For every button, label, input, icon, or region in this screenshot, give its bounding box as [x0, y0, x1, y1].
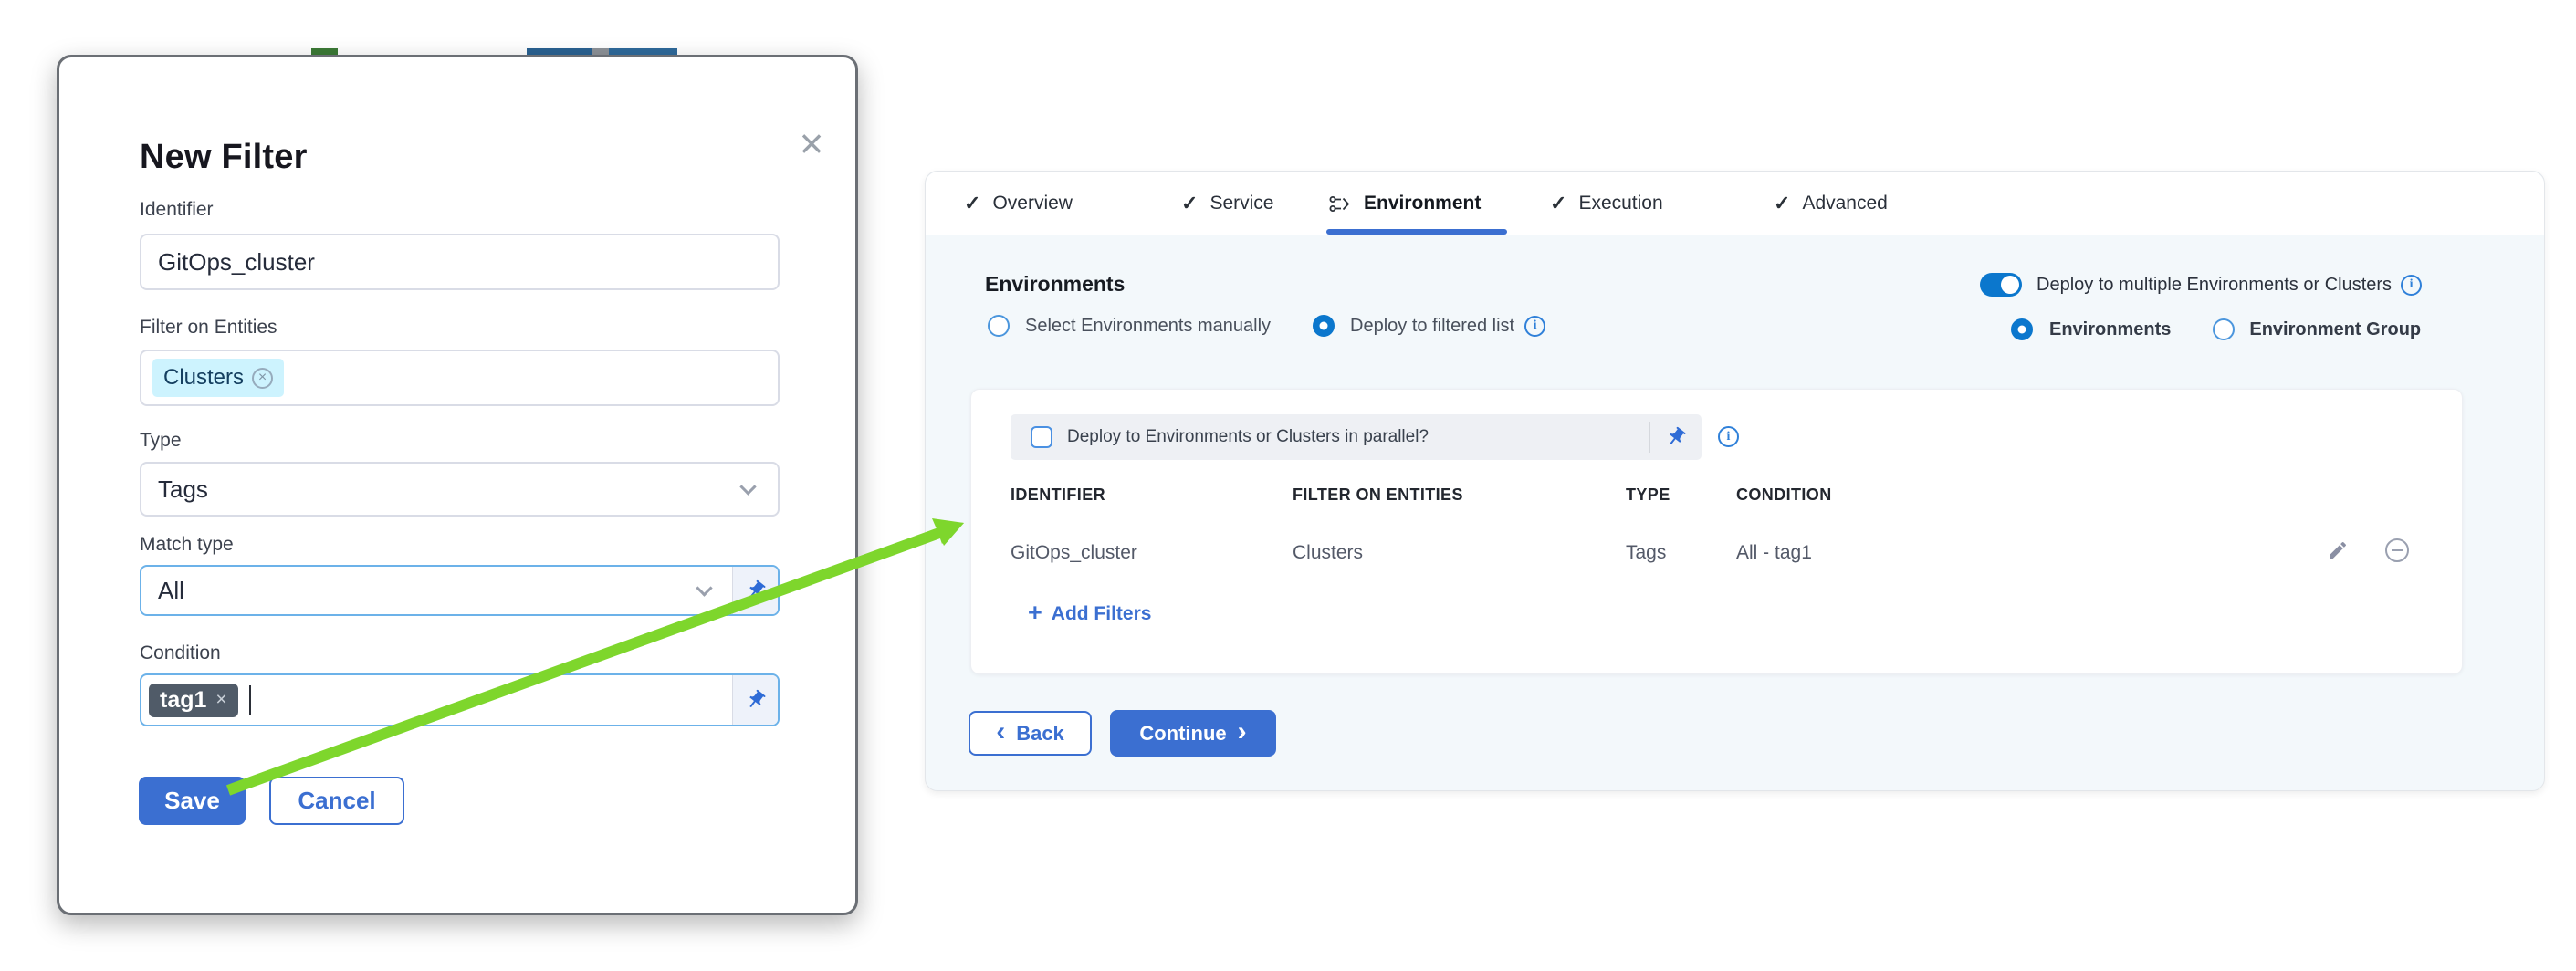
match-type-value: All: [141, 577, 184, 605]
condition-input[interactable]: tag1 ×: [140, 673, 780, 726]
radio-deploy-filtered[interactable]: [1313, 315, 1335, 337]
check-icon: ✓: [1550, 192, 1566, 215]
radio-label: Environments: [2049, 319, 2171, 340]
remove-button[interactable]: [2384, 538, 2410, 563]
environment-selection-radios: Select Environments manually Deploy to f…: [988, 315, 1545, 337]
cell-identifier: GitOps_cluster: [1011, 542, 1137, 564]
toggle-label: Deploy to multiple Environments or Clust…: [2037, 275, 2392, 296]
identifier-input[interactable]: GitOps_cluster: [140, 234, 780, 290]
env-group-radio-row: Environments Environment Group: [2011, 318, 2421, 340]
tab-overview[interactable]: ✓ Overview: [964, 172, 1073, 235]
col-identifier: IDENTIFIER: [1011, 486, 1105, 505]
info-icon[interactable]: i: [1718, 426, 1739, 447]
tab-label: Overview: [992, 193, 1073, 214]
check-icon: ✓: [1774, 192, 1790, 215]
tab-environment[interactable]: Environment: [1327, 172, 1481, 235]
condition-label: Condition: [140, 642, 221, 664]
back-button[interactable]: ‹ Back: [969, 711, 1092, 756]
check-icon: ✓: [964, 192, 980, 215]
radio-environment-group[interactable]: [2213, 318, 2235, 340]
tab-label: Service: [1209, 193, 1273, 214]
col-condition: CONDITION: [1736, 486, 1832, 505]
add-filters-label: Add Filters: [1052, 603, 1152, 625]
col-type: TYPE: [1626, 486, 1670, 505]
environments-heading: Environments: [985, 272, 1125, 297]
pin-button[interactable]: [732, 567, 778, 614]
multi-env-toggle-row: Deploy to multiple Environments or Clust…: [1980, 273, 2422, 297]
identifier-value: GitOps_cluster: [141, 248, 315, 277]
environment-tab-icon: [1327, 192, 1352, 216]
filter-on-entities-label: Filter on Entities: [140, 317, 277, 339]
chip-remove-icon[interactable]: ×: [252, 368, 273, 389]
modal-title: New Filter: [140, 138, 308, 177]
radio-label: Select Environments manually: [1025, 316, 1271, 337]
pin-button[interactable]: [732, 675, 778, 725]
clusters-chip-label: Clusters: [163, 365, 244, 391]
chevron-down-icon: [739, 478, 756, 495]
back-label: Back: [1016, 722, 1064, 746]
edit-button[interactable]: [2325, 538, 2351, 563]
new-filter-modal: × New Filter Identifier GitOps_cluster F…: [57, 55, 858, 915]
screenshot-canvas: × New Filter Identifier GitOps_cluster F…: [0, 0, 2576, 971]
match-type-label: Match type: [140, 534, 234, 556]
pin-button[interactable]: [1650, 426, 1702, 448]
info-icon[interactable]: i: [1524, 316, 1545, 337]
environment-stage-panel: ✓ Overview ✓ Service Environment ✓ Execu…: [925, 171, 2545, 791]
tag1-chip[interactable]: tag1 ×: [149, 684, 238, 717]
close-icon[interactable]: ×: [786, 118, 837, 169]
type-value: Tags: [141, 475, 208, 504]
col-filter-on-entities: FILTER ON ENTITIES: [1293, 486, 1463, 505]
type-select[interactable]: Tags: [140, 462, 780, 517]
tab-label: Environment: [1364, 193, 1481, 214]
filters-card: Deploy to Environments or Clusters in pa…: [970, 389, 2463, 674]
tag1-chip-label: tag1: [160, 687, 206, 714]
cell-condition: All - tag1: [1736, 542, 1812, 564]
cell-filter-on-entities: Clusters: [1293, 542, 1363, 564]
tab-label: Advanced: [1802, 193, 1887, 214]
stage-tab-bar: ✓ Overview ✓ Service Environment ✓ Execu…: [926, 172, 2544, 235]
identifier-label: Identifier: [140, 199, 214, 221]
chevron-down-icon: [696, 579, 712, 596]
add-filters-link[interactable]: + Add Filters: [1028, 600, 1151, 627]
clusters-chip[interactable]: Clusters ×: [152, 359, 284, 397]
pin-icon: [740, 575, 771, 606]
tab-execution[interactable]: ✓ Execution: [1550, 172, 1663, 235]
filter-on-entities-input[interactable]: Clusters ×: [140, 350, 780, 406]
minus-circle-icon: [2385, 538, 2409, 562]
cell-type: Tags: [1626, 542, 1666, 564]
text-cursor: [249, 685, 251, 715]
continue-button[interactable]: Continue ›: [1110, 710, 1276, 757]
parallel-checkbox[interactable]: [1031, 426, 1052, 448]
pencil-icon: [2327, 539, 2349, 561]
tab-advanced[interactable]: ✓ Advanced: [1774, 172, 1888, 235]
parallel-label: Deploy to Environments or Clusters in pa…: [1067, 427, 1429, 447]
continue-label: Continue: [1139, 722, 1226, 746]
radio-select-manually[interactable]: [988, 315, 1010, 337]
radio-environments[interactable]: [2011, 318, 2033, 340]
pin-icon: [740, 684, 771, 715]
radio-label: Deploy to filtered list: [1350, 316, 1514, 337]
pin-icon: [1660, 422, 1691, 453]
tab-label: Execution: [1578, 193, 1662, 214]
save-button[interactable]: Save: [139, 777, 246, 825]
type-label: Type: [140, 430, 182, 452]
radio-label: Environment Group: [2249, 319, 2421, 340]
info-icon[interactable]: i: [2401, 275, 2422, 296]
active-tab-underline: [1326, 229, 1507, 235]
cancel-button[interactable]: Cancel: [269, 777, 404, 825]
deploy-multiple-toggle[interactable]: [1980, 273, 2022, 297]
check-icon: ✓: [1181, 192, 1198, 215]
plus-icon: +: [1028, 599, 1042, 627]
match-type-select[interactable]: All: [140, 565, 780, 616]
tag-remove-icon[interactable]: ×: [215, 689, 226, 711]
parallel-checkbox-bar: Deploy to Environments or Clusters in pa…: [1011, 414, 1702, 460]
tab-service[interactable]: ✓ Service: [1181, 172, 1273, 235]
